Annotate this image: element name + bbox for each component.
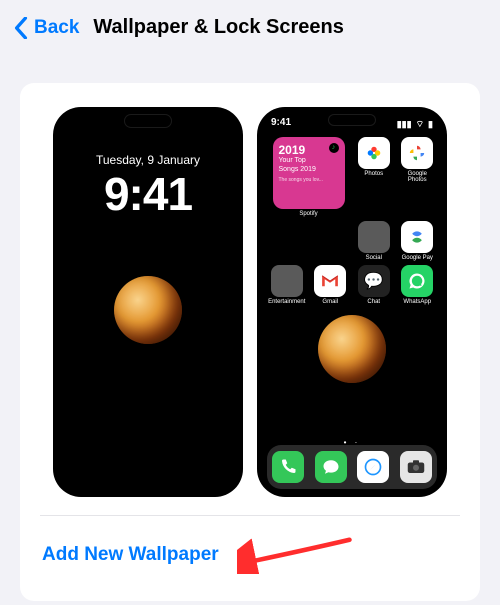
app-whatsapp: WhatsApp	[398, 265, 438, 305]
notch-icon	[125, 115, 171, 127]
app-entertainment-folder: Entertainment	[267, 265, 307, 305]
app-label: Chat	[367, 299, 380, 305]
back-button[interactable]: Back	[34, 17, 79, 39]
wifi-icon: ⌔	[416, 119, 424, 130]
whatsapp-icon	[401, 265, 433, 297]
moon-icon	[114, 276, 182, 344]
chat-icon: 💬	[358, 265, 390, 297]
nav-bar: Back Wallpaper & Lock Screens	[0, 0, 500, 53]
dock	[267, 445, 437, 489]
messages-icon	[315, 451, 347, 483]
folder-icon	[358, 221, 390, 253]
app-label: Google Photos	[398, 171, 438, 183]
widget-line2: Songs 2019	[279, 166, 339, 174]
widget-line1: Your Top	[279, 157, 339, 165]
phone-icon	[272, 451, 304, 483]
folder-icon	[271, 265, 303, 297]
app-google-pay: Google Pay	[398, 221, 438, 261]
app-label: Entertainment	[268, 299, 305, 305]
google-pay-icon	[401, 221, 433, 253]
spotify-widget: ♪ 2019 Your Top Songs 2019 The songs you…	[267, 137, 350, 217]
add-new-wallpaper-label[interactable]: Add New Wallpaper	[42, 544, 219, 566]
app-label: Social	[366, 255, 382, 261]
google-photos-icon	[401, 137, 433, 169]
wallpaper-card: Tuesday, 9 January 9:41 9:41 ▮▮▮ ⌔ ▮ ♪	[20, 83, 480, 601]
lock-time: 9:41	[53, 167, 243, 221]
camera-icon	[400, 451, 432, 483]
lock-screen-preview[interactable]: Tuesday, 9 January 9:41	[53, 107, 243, 497]
add-new-wallpaper-row[interactable]: Add New Wallpaper	[38, 530, 462, 577]
spotify-icon: ♪	[329, 143, 339, 153]
home-screen-preview[interactable]: 9:41 ▮▮▮ ⌔ ▮ ♪ 2019 Your Top Songs 2019 …	[257, 107, 447, 497]
battery-icon: ▮	[428, 119, 433, 130]
app-grid: ♪ 2019 Your Top Songs 2019 The songs you…	[267, 137, 437, 305]
app-label: Gmail	[322, 299, 338, 305]
lock-date: Tuesday, 9 January	[53, 153, 243, 167]
status-time: 9:41	[271, 117, 291, 131]
moon-icon	[318, 315, 386, 383]
app-chat: 💬 Chat	[354, 265, 394, 305]
app-google-photos: Google Photos	[398, 137, 438, 217]
app-photos: Photos	[354, 137, 394, 217]
photos-icon	[358, 137, 390, 169]
signal-icon: ▮▮▮	[397, 119, 412, 130]
status-bar: 9:41 ▮▮▮ ⌔ ▮	[257, 117, 447, 131]
app-label: WhatsApp	[403, 299, 431, 305]
preview-row: Tuesday, 9 January 9:41 9:41 ▮▮▮ ⌔ ▮ ♪	[38, 107, 462, 497]
widget-sub: The songs you lov...	[279, 177, 339, 183]
widget-caption: Spotify	[299, 211, 317, 217]
back-chevron-icon[interactable]	[14, 17, 28, 39]
app-label: Photos	[364, 171, 383, 177]
gmail-icon	[314, 265, 346, 297]
app-social-folder: Social	[354, 221, 394, 261]
annotation-arrow-icon	[237, 534, 357, 579]
divider	[40, 515, 460, 516]
safari-icon	[357, 451, 389, 483]
page-title: Wallpaper & Lock Screens	[93, 16, 343, 39]
app-label: Google Pay	[402, 255, 433, 261]
status-indicators: ▮▮▮ ⌔ ▮	[397, 117, 433, 131]
app-gmail: Gmail	[311, 265, 351, 305]
